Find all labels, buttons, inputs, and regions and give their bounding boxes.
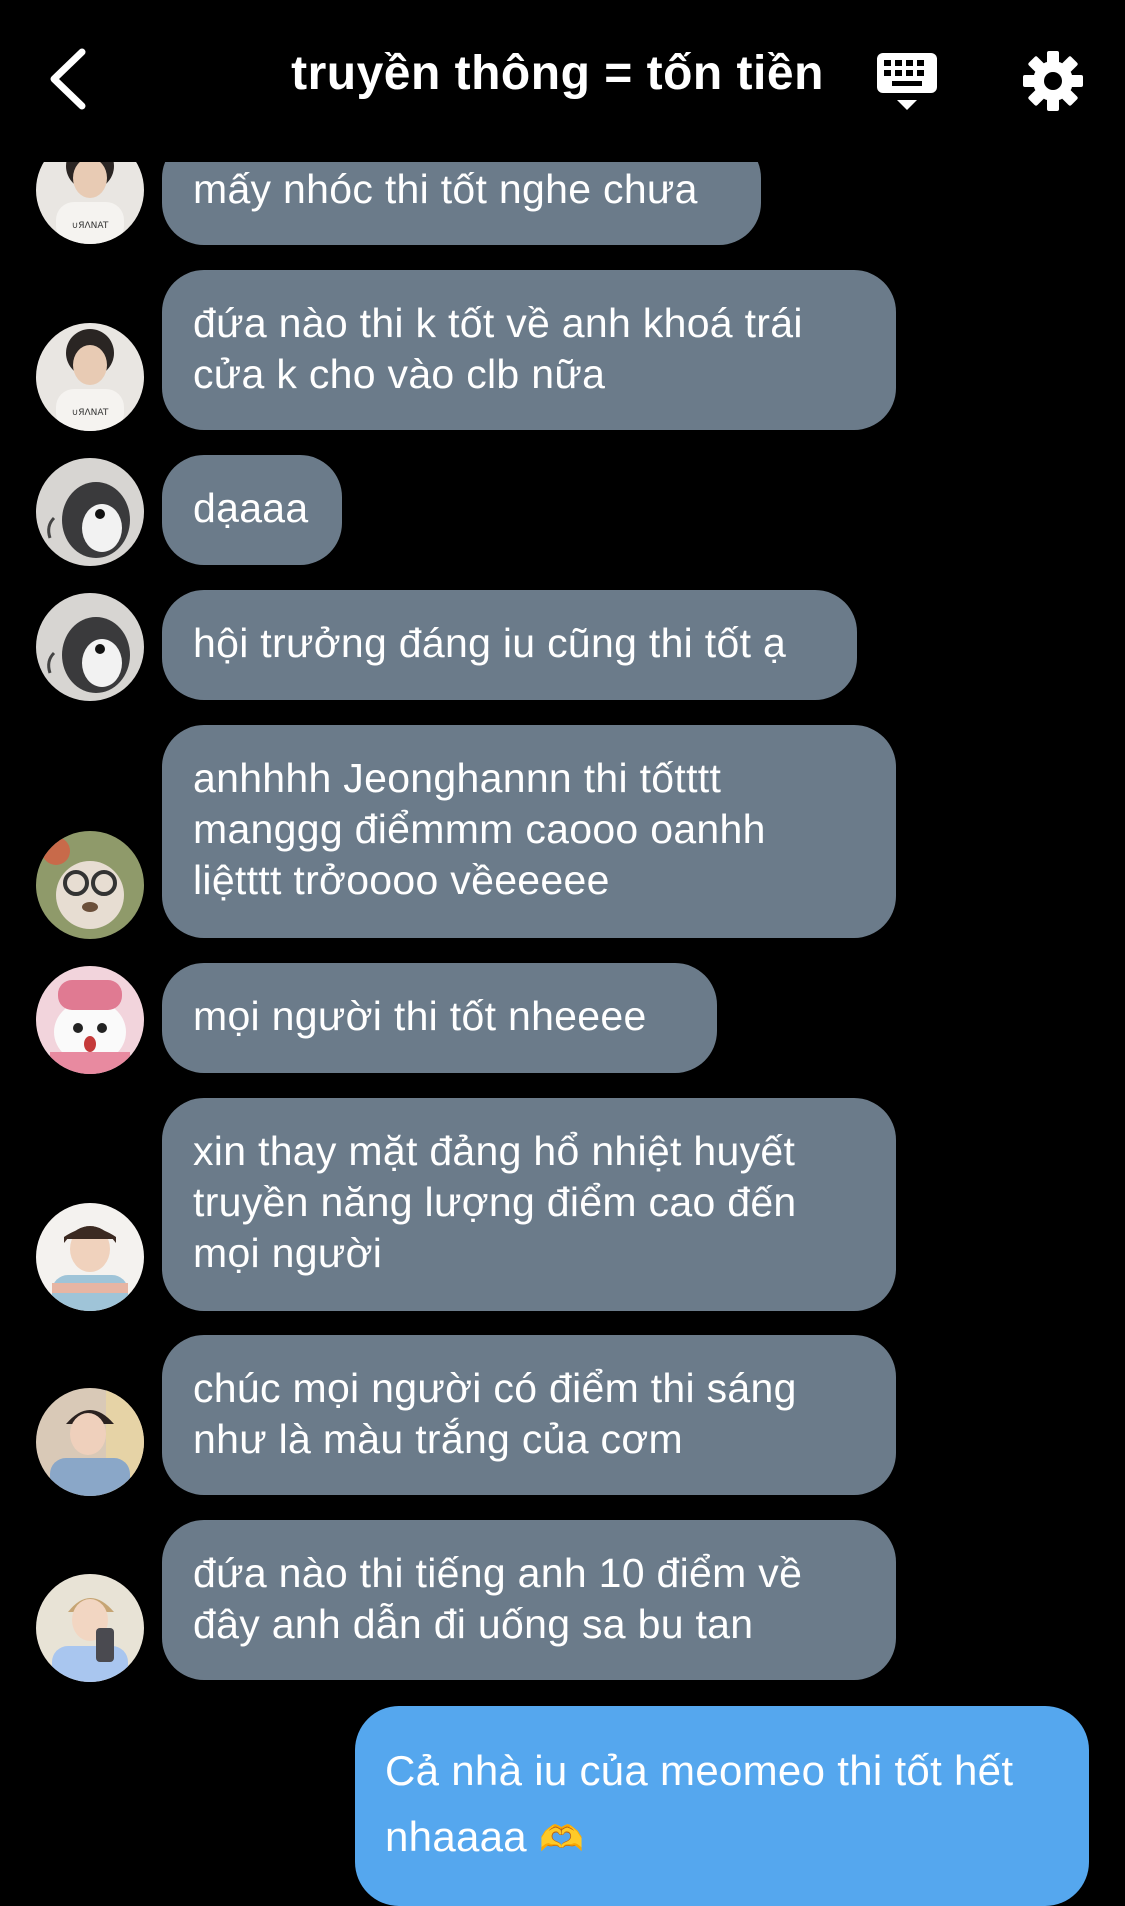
chat-header: truyền thông = tốn tiền — [0, 0, 1125, 162]
message-text: đứa nào thi k tốt về anh khoá trái — [193, 300, 803, 346]
message-text: mọi người thi tốt nheeee — [193, 993, 647, 1039]
svg-text:∪ЯΛNAT: ∪ЯΛNAT — [72, 408, 109, 418]
message-bubble[interactable]: đứa nào thi tiếng anh 10 điểm về đây anh… — [162, 1520, 896, 1680]
message-text: cửa k cho vào clb nữa — [193, 351, 606, 397]
avatar[interactable] — [36, 458, 144, 566]
avatar[interactable] — [36, 966, 144, 1074]
message-bubble[interactable]: dạaaa — [162, 455, 342, 565]
message-text: chúc mọi người có điểm thi sáng — [193, 1365, 797, 1411]
message-thread[interactable]: ∪ЯΛNAT mấy nhóc thi tốt nghe chưa ∪ЯΛNAT… — [0, 0, 1125, 1906]
message-bubble[interactable]: hội trưởng đáng iu cũng thi tốt ạ — [162, 590, 857, 700]
message-text: Cả nhà iu của meomeo thi tốt hết — [385, 1747, 1014, 1794]
avatar[interactable]: ∪ЯΛNAT — [36, 323, 144, 431]
message-text: dạaaa — [193, 485, 309, 531]
message-text: đứa nào thi tiếng anh 10 điểm về — [193, 1550, 803, 1596]
avatar[interactable] — [36, 831, 144, 939]
message-text: anhhhh Jeonghannn thi tốtttt — [193, 755, 722, 801]
settings-button[interactable] — [1022, 50, 1084, 112]
svg-text:∪ЯΛNAT: ∪ЯΛNAT — [72, 221, 109, 231]
avatar[interactable] — [36, 593, 144, 701]
message-bubble[interactable]: xin thay mặt đảng hổ nhiệt huyết truyền … — [162, 1098, 896, 1311]
avatar[interactable] — [36, 1388, 144, 1496]
message-text: xin thay mặt đảng hổ nhiệt huyết — [193, 1128, 796, 1174]
message-bubble[interactable]: anhhhh Jeonghannn thi tốtttt manggg điểm… — [162, 725, 896, 938]
heart-hands-emoji: 🫶 — [538, 1818, 585, 1859]
message-bubble[interactable]: mọi người thi tốt nheeee — [162, 963, 717, 1073]
avatar[interactable] — [36, 1574, 144, 1682]
keyboard-dismiss-button[interactable] — [874, 50, 940, 116]
message-text: mấy nhóc thi tốt nghe chưa — [193, 166, 698, 212]
message-text: như là màu trắng của cơm — [193, 1416, 683, 1462]
message-bubble[interactable]: chúc mọi người có điểm thi sáng như là m… — [162, 1335, 896, 1495]
message-text: truyền năng lượng điểm cao đến — [193, 1179, 797, 1225]
chat-title: truyền thông = tốn tiền — [291, 47, 824, 100]
my-message-bubble[interactable]: Cả nhà iu của meomeo thi tốt hết nhaaaa … — [355, 1706, 1089, 1906]
keyboard-dismiss-icon — [877, 53, 937, 110]
message-text: liệtttt trởoooo vềeeeee — [193, 857, 610, 903]
message-bubble[interactable]: đứa nào thi k tốt về anh khoá trái cửa k… — [162, 270, 896, 430]
message-text-end: nhaaaa — [385, 1813, 527, 1860]
message-text: manggg điểmmm caooo oanhh — [193, 806, 766, 852]
message-text: nhaaaa 🫶 — [385, 1804, 1059, 1872]
gear-icon — [1023, 51, 1083, 111]
message-text: hội trưởng đáng iu cũng thi tốt ạ — [193, 620, 787, 666]
avatar[interactable] — [36, 1203, 144, 1311]
message-text: mọi người — [193, 1230, 383, 1276]
message-text: đây anh dẫn đi uống sa bu tan — [193, 1601, 754, 1647]
